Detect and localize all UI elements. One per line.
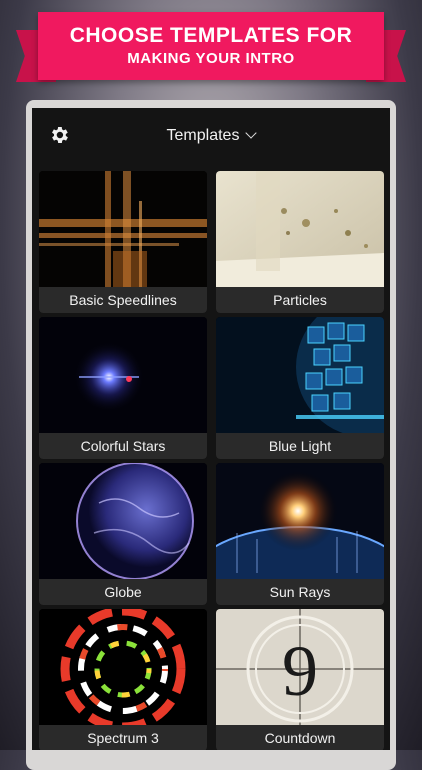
chevron-down-icon: [245, 127, 258, 139]
template-label: Globe: [39, 579, 207, 605]
banner-line-1: CHOOSE TEMPLATES FOR: [69, 24, 353, 47]
template-label: Basic Speedlines: [39, 287, 207, 313]
template-label: Sun Rays: [216, 579, 384, 605]
spectrum-thumbnail: [39, 609, 207, 725]
template-card-colorful-stars[interactable]: Colorful Stars: [39, 317, 207, 459]
blue-light-thumbnail: [216, 317, 384, 433]
page-title: Templates: [166, 127, 240, 144]
template-label: Spectrum 3: [39, 725, 207, 750]
banner-line-2: MAKING YOUR INTRO: [127, 50, 295, 67]
template-label: Countdown: [216, 725, 384, 750]
particles-thumbnail: [216, 171, 384, 287]
globe-thumbnail: [39, 463, 207, 579]
template-label: Colorful Stars: [39, 433, 207, 459]
countdown-digit: 9: [282, 631, 318, 711]
template-card-countdown[interactable]: 9 Countdown: [216, 609, 384, 750]
speedlines-thumbnail: [39, 171, 207, 287]
template-label: Particles: [216, 287, 384, 313]
template-label: Blue Light: [216, 433, 384, 459]
template-card-sun-rays[interactable]: Sun Rays: [216, 463, 384, 605]
stars-thumbnail: [39, 317, 207, 433]
top-bar: Templates: [32, 108, 390, 168]
promo-banner: CHOOSE TEMPLATES FOR MAKING YOUR INTRO: [38, 12, 384, 80]
template-card-globe[interactable]: Globe: [39, 463, 207, 605]
app-screen: Templates Basic Speedlines Particles Col…: [32, 108, 390, 750]
template-card-basic-speedlines[interactable]: Basic Speedlines: [39, 171, 207, 313]
templates-dropdown[interactable]: Templates: [32, 127, 390, 145]
sun-rays-thumbnail: [216, 463, 384, 579]
template-card-particles[interactable]: Particles: [216, 171, 384, 313]
countdown-thumbnail: 9: [216, 609, 384, 725]
template-card-spectrum-3[interactable]: Spectrum 3: [39, 609, 207, 750]
template-card-blue-light[interactable]: Blue Light: [216, 317, 384, 459]
